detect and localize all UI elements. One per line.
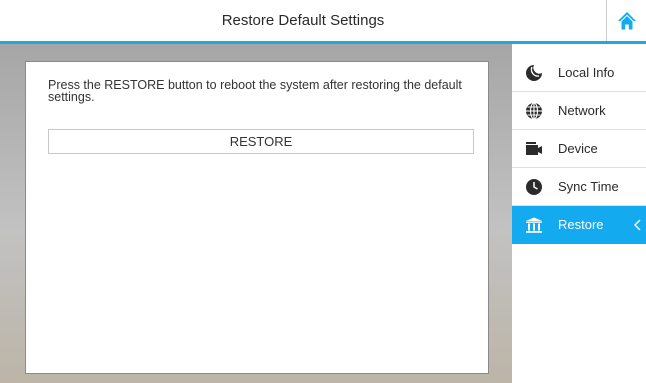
restore-panel: Press the RESTORE button to reboot the s… <box>25 61 489 374</box>
settings-sidebar: Local Info Network Device Sync Time Rest… <box>512 44 646 383</box>
sidebar-item-restore[interactable]: Restore <box>512 206 646 244</box>
restore-instructions: Press the RESTORE button to reboot the s… <box>48 78 462 104</box>
moon-icon <box>525 64 543 82</box>
sidebar-item-device[interactable]: Device <box>512 130 646 168</box>
sidebar-item-label: Device <box>558 141 598 156</box>
home-button[interactable] <box>606 0 646 41</box>
sidebar-item-sync-time[interactable]: Sync Time <box>512 168 646 206</box>
sidebar-item-network[interactable]: Network <box>512 92 646 130</box>
bank-icon <box>525 216 543 234</box>
sidebar-item-local-info[interactable]: Local Info <box>512 54 646 92</box>
page-title: Restore Default Settings <box>221 12 385 29</box>
home-icon <box>617 11 636 29</box>
clock-icon <box>525 178 543 196</box>
chevron-left-icon <box>634 219 641 231</box>
content-area: Press the RESTORE button to reboot the s… <box>0 44 512 383</box>
sidebar-item-label: Network <box>558 103 606 118</box>
sidebar-item-label: Sync Time <box>558 179 619 194</box>
title-bar: Restore Default Settings <box>0 0 646 44</box>
sidebar-item-label: Restore <box>558 217 604 232</box>
device-icon <box>525 140 543 158</box>
restore-button[interactable]: RESTORE <box>48 129 474 154</box>
globe-icon <box>525 102 543 120</box>
sidebar-item-label: Local Info <box>558 65 615 80</box>
